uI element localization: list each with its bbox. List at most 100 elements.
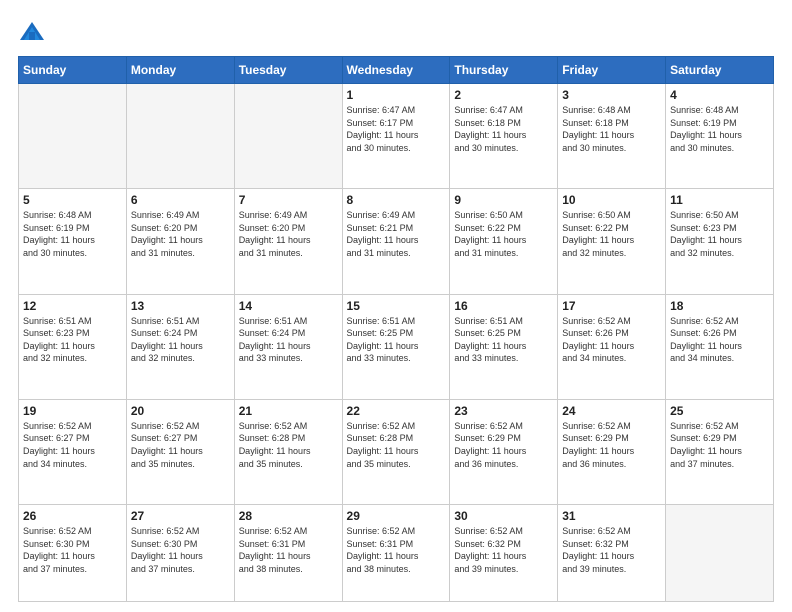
weekday-header: Saturday: [666, 57, 774, 84]
calendar-day-cell: 25 Sunrise: 6:52 AM Sunset: 6:29 PM Dayli…: [666, 399, 774, 504]
day-number: 5: [23, 193, 122, 207]
calendar-table: SundayMondayTuesdayWednesdayThursdayFrid…: [18, 56, 774, 602]
day-number: 14: [239, 299, 338, 313]
day-number: 8: [347, 193, 446, 207]
day-info: Sunrise: 6:52 AM Sunset: 6:30 PM Dayligh…: [131, 525, 230, 575]
day-info: Sunrise: 6:50 AM Sunset: 6:22 PM Dayligh…: [562, 209, 661, 259]
day-info: Sunrise: 6:52 AM Sunset: 6:29 PM Dayligh…: [670, 420, 769, 470]
calendar-day-cell: 9Sunrise: 6:50 AM Sunset: 6:22 PM Daylig…: [450, 189, 558, 294]
day-number: 30: [454, 509, 553, 523]
calendar-day-cell: 22 Sunrise: 6:52 AM Sunset: 6:28 PM Dayli…: [342, 399, 450, 504]
calendar-week-row: 26 Sunrise: 6:52 AM Sunset: 6:30 PM Dayli…: [19, 505, 774, 602]
header: [18, 18, 774, 46]
day-info: Sunrise: 6:52 AM Sunset: 6:27 PM Dayligh…: [131, 420, 230, 470]
calendar-day-cell: 17 Sunrise: 6:52 AM Sunset: 6:26 PM Dayli…: [558, 294, 666, 399]
day-number: 20: [131, 404, 230, 418]
day-info: Sunrise: 6:49 AM Sunset: 6:21 PM Dayligh…: [347, 209, 446, 259]
calendar-week-row: 12Sunrise: 6:51 AM Sunset: 6:23 PM Dayli…: [19, 294, 774, 399]
page: SundayMondayTuesdayWednesdayThursdayFrid…: [0, 0, 792, 612]
calendar-day-cell: 28 Sunrise: 6:52 AM Sunset: 6:31 PM Dayli…: [234, 505, 342, 602]
calendar-day-cell: 23 Sunrise: 6:52 AM Sunset: 6:29 PM Dayli…: [450, 399, 558, 504]
day-info: Sunrise: 6:52 AM Sunset: 6:32 PM Dayligh…: [562, 525, 661, 575]
calendar-day-cell: 7 Sunrise: 6:49 AM Sunset: 6:20 PM Daylig…: [234, 189, 342, 294]
day-number: 3: [562, 88, 661, 102]
day-info: Sunrise: 6:48 AM Sunset: 6:19 PM Dayligh…: [670, 104, 769, 154]
calendar-day-cell: 10 Sunrise: 6:50 AM Sunset: 6:22 PM Dayli…: [558, 189, 666, 294]
day-number: 6: [131, 193, 230, 207]
calendar-day-cell: [666, 505, 774, 602]
day-number: 11: [670, 193, 769, 207]
calendar-day-cell: 3 Sunrise: 6:48 AM Sunset: 6:18 PM Daylig…: [558, 84, 666, 189]
logo-icon: [18, 18, 46, 46]
weekday-header: Friday: [558, 57, 666, 84]
day-info: Sunrise: 6:52 AM Sunset: 6:28 PM Dayligh…: [239, 420, 338, 470]
calendar-day-cell: 4 Sunrise: 6:48 AM Sunset: 6:19 PM Daylig…: [666, 84, 774, 189]
calendar-day-cell: 2 Sunrise: 6:47 AM Sunset: 6:18 PM Daylig…: [450, 84, 558, 189]
day-info: Sunrise: 6:52 AM Sunset: 6:28 PM Dayligh…: [347, 420, 446, 470]
calendar-day-cell: 21 Sunrise: 6:52 AM Sunset: 6:28 PM Dayli…: [234, 399, 342, 504]
day-number: 1: [347, 88, 446, 102]
calendar-day-cell: 20 Sunrise: 6:52 AM Sunset: 6:27 PM Dayli…: [126, 399, 234, 504]
day-number: 13: [131, 299, 230, 313]
day-number: 17: [562, 299, 661, 313]
calendar-day-cell: 31Sunrise: 6:52 AM Sunset: 6:32 PM Dayli…: [558, 505, 666, 602]
day-number: 21: [239, 404, 338, 418]
calendar-day-cell: [234, 84, 342, 189]
calendar-day-cell: 1 Sunrise: 6:47 AM Sunset: 6:17 PM Daylig…: [342, 84, 450, 189]
day-info: Sunrise: 6:51 AM Sunset: 6:24 PM Dayligh…: [239, 315, 338, 365]
day-number: 27: [131, 509, 230, 523]
calendar-day-cell: 19Sunrise: 6:52 AM Sunset: 6:27 PM Dayli…: [19, 399, 127, 504]
calendar-day-cell: 12Sunrise: 6:51 AM Sunset: 6:23 PM Dayli…: [19, 294, 127, 399]
day-number: 4: [670, 88, 769, 102]
day-info: Sunrise: 6:49 AM Sunset: 6:20 PM Dayligh…: [239, 209, 338, 259]
calendar-day-cell: [126, 84, 234, 189]
calendar-day-cell: 13 Sunrise: 6:51 AM Sunset: 6:24 PM Dayli…: [126, 294, 234, 399]
day-number: 16: [454, 299, 553, 313]
calendar-day-cell: [19, 84, 127, 189]
logo: [18, 18, 50, 46]
day-info: Sunrise: 6:51 AM Sunset: 6:24 PM Dayligh…: [131, 315, 230, 365]
day-number: 10: [562, 193, 661, 207]
calendar-week-row: 19 Sunrise: 6:52 AM Sunset: 6:27 PM Dayli…: [19, 399, 774, 504]
day-info: Sunrise: 6:50 AM Sunset: 6:22 PM Dayligh…: [454, 209, 553, 259]
day-info: Sunrise: 6:52 AM Sunset: 6:32 PM Dayligh…: [454, 525, 553, 575]
day-info: Sunrise: 6:52 AM Sunset: 6:29 PM Dayligh…: [562, 420, 661, 470]
day-info: Sunrise: 6:51 AM Sunset: 6:23 PM Dayligh…: [23, 315, 122, 365]
day-info: Sunrise: 6:49 AM Sunset: 6:20 PM Dayligh…: [131, 209, 230, 259]
calendar-day-cell: 29 Sunrise: 6:52 AM Sunset: 6:31 PM Dayli…: [342, 505, 450, 602]
calendar-week-row: 1 Sunrise: 6:47 AM Sunset: 6:17 PM Daylig…: [19, 84, 774, 189]
day-info: Sunrise: 6:52 AM Sunset: 6:30 PM Dayligh…: [23, 525, 122, 575]
day-info: Sunrise: 6:48 AM Sunset: 6:18 PM Dayligh…: [562, 104, 661, 154]
day-info: Sunrise: 6:52 AM Sunset: 6:31 PM Dayligh…: [347, 525, 446, 575]
calendar-day-cell: 15 Sunrise: 6:51 AM Sunset: 6:25 PM Dayli…: [342, 294, 450, 399]
day-info: Sunrise: 6:52 AM Sunset: 6:31 PM Dayligh…: [239, 525, 338, 575]
calendar-day-cell: 11Sunrise: 6:50 AM Sunset: 6:23 PM Dayli…: [666, 189, 774, 294]
day-number: 15: [347, 299, 446, 313]
calendar-day-cell: 26 Sunrise: 6:52 AM Sunset: 6:30 PM Dayli…: [19, 505, 127, 602]
calendar-day-cell: 18Sunrise: 6:52 AM Sunset: 6:26 PM Dayli…: [666, 294, 774, 399]
day-number: 2: [454, 88, 553, 102]
calendar-day-cell: 14 Sunrise: 6:51 AM Sunset: 6:24 PM Dayli…: [234, 294, 342, 399]
day-number: 24: [562, 404, 661, 418]
weekday-header: Thursday: [450, 57, 558, 84]
weekday-header: Sunday: [19, 57, 127, 84]
calendar-day-cell: 6 Sunrise: 6:49 AM Sunset: 6:20 PM Daylig…: [126, 189, 234, 294]
day-info: Sunrise: 6:47 AM Sunset: 6:17 PM Dayligh…: [347, 104, 446, 154]
day-info: Sunrise: 6:52 AM Sunset: 6:26 PM Dayligh…: [670, 315, 769, 365]
day-number: 25: [670, 404, 769, 418]
calendar-day-cell: 8 Sunrise: 6:49 AM Sunset: 6:21 PM Daylig…: [342, 189, 450, 294]
day-info: Sunrise: 6:52 AM Sunset: 6:26 PM Dayligh…: [562, 315, 661, 365]
day-info: Sunrise: 6:52 AM Sunset: 6:29 PM Dayligh…: [454, 420, 553, 470]
day-number: 26: [23, 509, 122, 523]
day-number: 19: [23, 404, 122, 418]
day-number: 29: [347, 509, 446, 523]
weekday-header: Tuesday: [234, 57, 342, 84]
weekday-header: Wednesday: [342, 57, 450, 84]
day-number: 7: [239, 193, 338, 207]
day-number: 28: [239, 509, 338, 523]
day-info: Sunrise: 6:51 AM Sunset: 6:25 PM Dayligh…: [454, 315, 553, 365]
day-number: 23: [454, 404, 553, 418]
day-number: 22: [347, 404, 446, 418]
day-info: Sunrise: 6:47 AM Sunset: 6:18 PM Dayligh…: [454, 104, 553, 154]
day-info: Sunrise: 6:51 AM Sunset: 6:25 PM Dayligh…: [347, 315, 446, 365]
